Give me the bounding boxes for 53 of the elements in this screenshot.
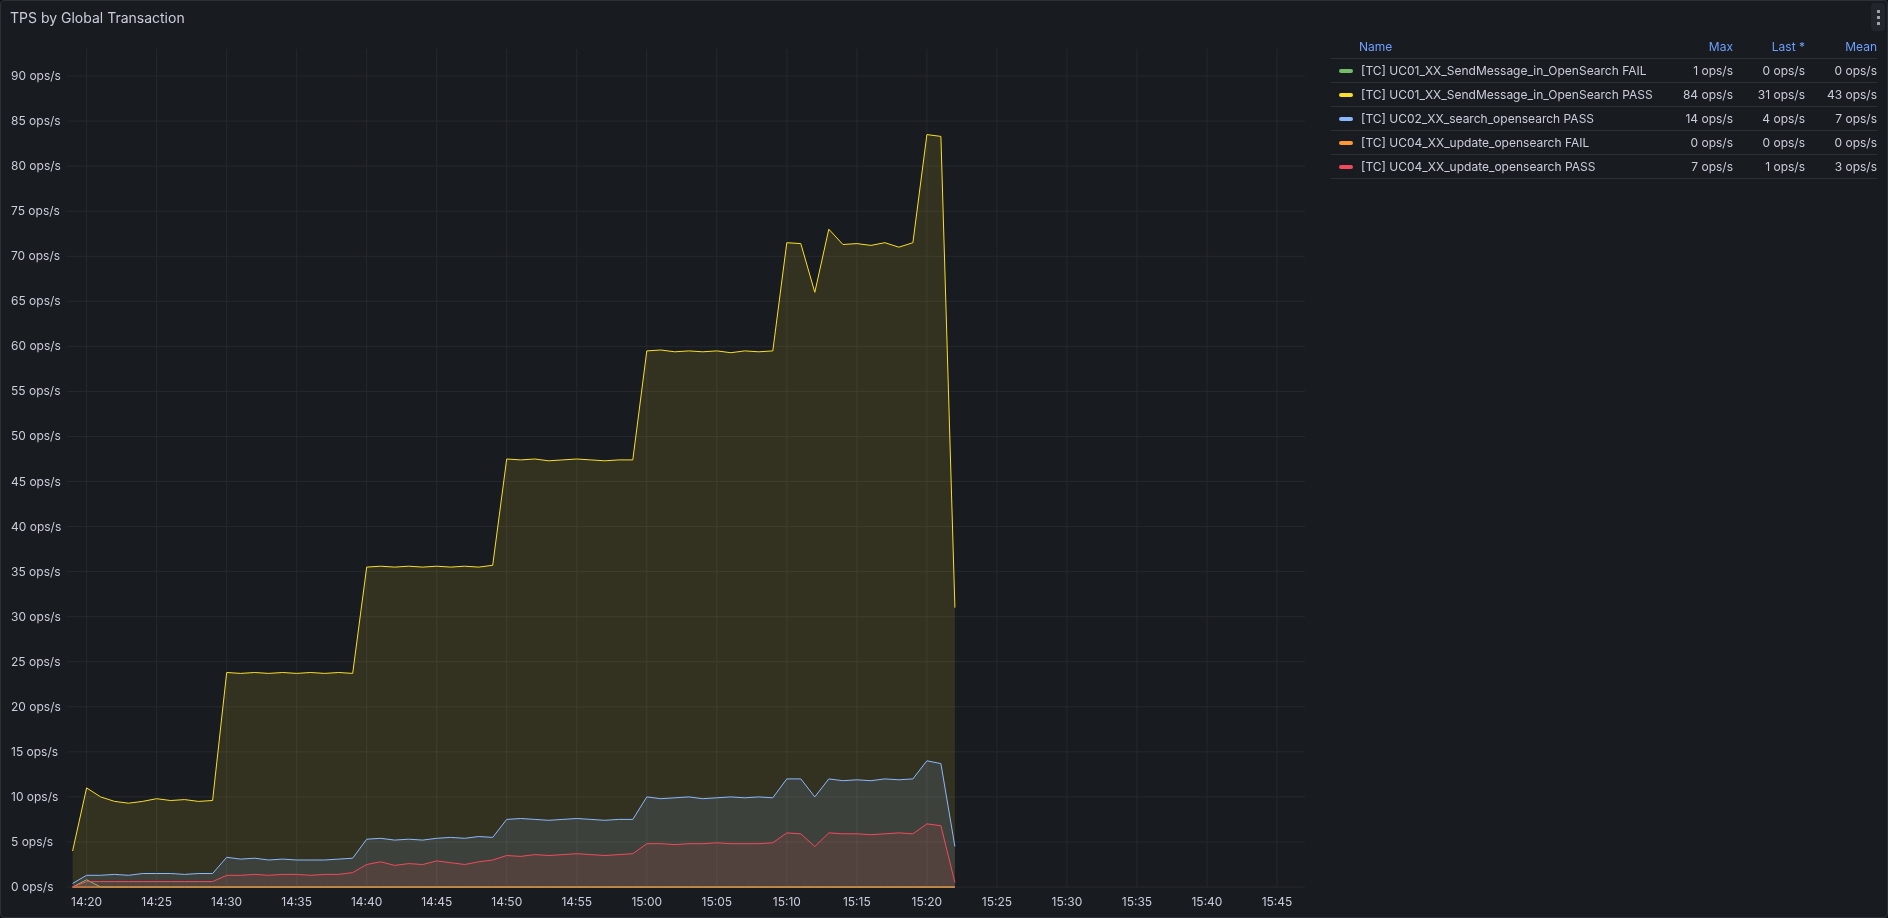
y-axis-label: 80 ops/s	[11, 158, 61, 174]
x-axis-label: 14:25	[141, 894, 172, 909]
x-axis-label: 15:10	[772, 894, 801, 909]
y-axis-label: 70 ops/s	[11, 248, 61, 264]
y-axis-label: 5 ops/s	[11, 833, 54, 849]
y-axis-label: 45 ops/s	[11, 473, 61, 489]
x-axis-label: 15:00	[631, 894, 663, 909]
x-axis-label: 15:05	[701, 894, 733, 909]
y-axis-label: 0 ops/s	[11, 879, 54, 894]
x-axis-label: 14:35	[281, 894, 313, 909]
y-axis-label: 10 ops/s	[11, 788, 59, 804]
y-axis-label: 40 ops/s	[11, 518, 62, 534]
y-axis-label: 60 ops/s	[11, 338, 61, 354]
y-axis-label: 25 ops/s	[11, 653, 61, 669]
table-cell-text: 0 ops/s	[1761, 133, 1805, 152]
y-axis-label: 20 ops/s	[11, 698, 61, 714]
table-cell-text: 3 ops/s	[1833, 157, 1877, 176]
table-cell-text: 1 ops/s	[1692, 61, 1733, 80]
table-cell-text: 4 ops/s	[1761, 109, 1805, 128]
table-cell-text: 84 ops/s	[1681, 85, 1733, 104]
x-axis-label: 15:30	[1051, 894, 1083, 909]
x-axis-label: 15:25	[981, 894, 1013, 909]
table-cell-text: 7 ops/s	[1690, 157, 1733, 176]
x-axis-label: 14:55	[561, 894, 593, 909]
table-cell-text: 7 ops/s	[1834, 109, 1877, 128]
x-axis-label: 15:15	[842, 894, 871, 909]
table-cell-text: 0 ops/s	[1833, 61, 1877, 80]
y-axis-label: 90 ops/s	[11, 68, 61, 84]
y-axis-label: 15 ops/s	[11, 743, 59, 759]
panel-title: TPS by Global Transaction	[10, 7, 185, 28]
table-cell-text: 31 ops/s	[1756, 85, 1805, 104]
x-axis-label: 15:35	[1121, 894, 1153, 909]
y-axis-label: 85 ops/s	[11, 113, 61, 129]
x-axis-label: 14:45	[421, 894, 453, 909]
table-cell-text: 0 ops/s	[1761, 61, 1805, 80]
x-axis-label: 14:40	[351, 894, 383, 909]
y-axis-label: 30 ops/s	[11, 608, 61, 624]
y-axis-label: 50 ops/s	[11, 428, 61, 444]
y-axis-label: 75 ops/s	[11, 203, 60, 219]
x-axis-label: 14:30	[211, 894, 243, 909]
y-axis-label: 35 ops/s	[11, 563, 61, 579]
x-axis-label: 14:50	[491, 894, 523, 909]
table-cell-text: 0 ops/s	[1833, 133, 1877, 152]
table-cell-text: 0 ops/s	[1689, 133, 1733, 152]
x-axis-label: 14:20	[71, 894, 103, 909]
table-cell-text: 1 ops/s	[1764, 157, 1805, 176]
y-axis-label: 55 ops/s	[11, 383, 61, 399]
table-cell-text: 43 ops/s	[1825, 85, 1877, 104]
y-axis-label: 65 ops/s	[11, 293, 61, 309]
x-axis-label: 15:20	[911, 894, 943, 909]
table-cell-text: 14 ops/s	[1684, 109, 1733, 128]
x-axis-label: 15:45	[1261, 894, 1293, 909]
x-axis-label: 15:40	[1191, 894, 1223, 909]
